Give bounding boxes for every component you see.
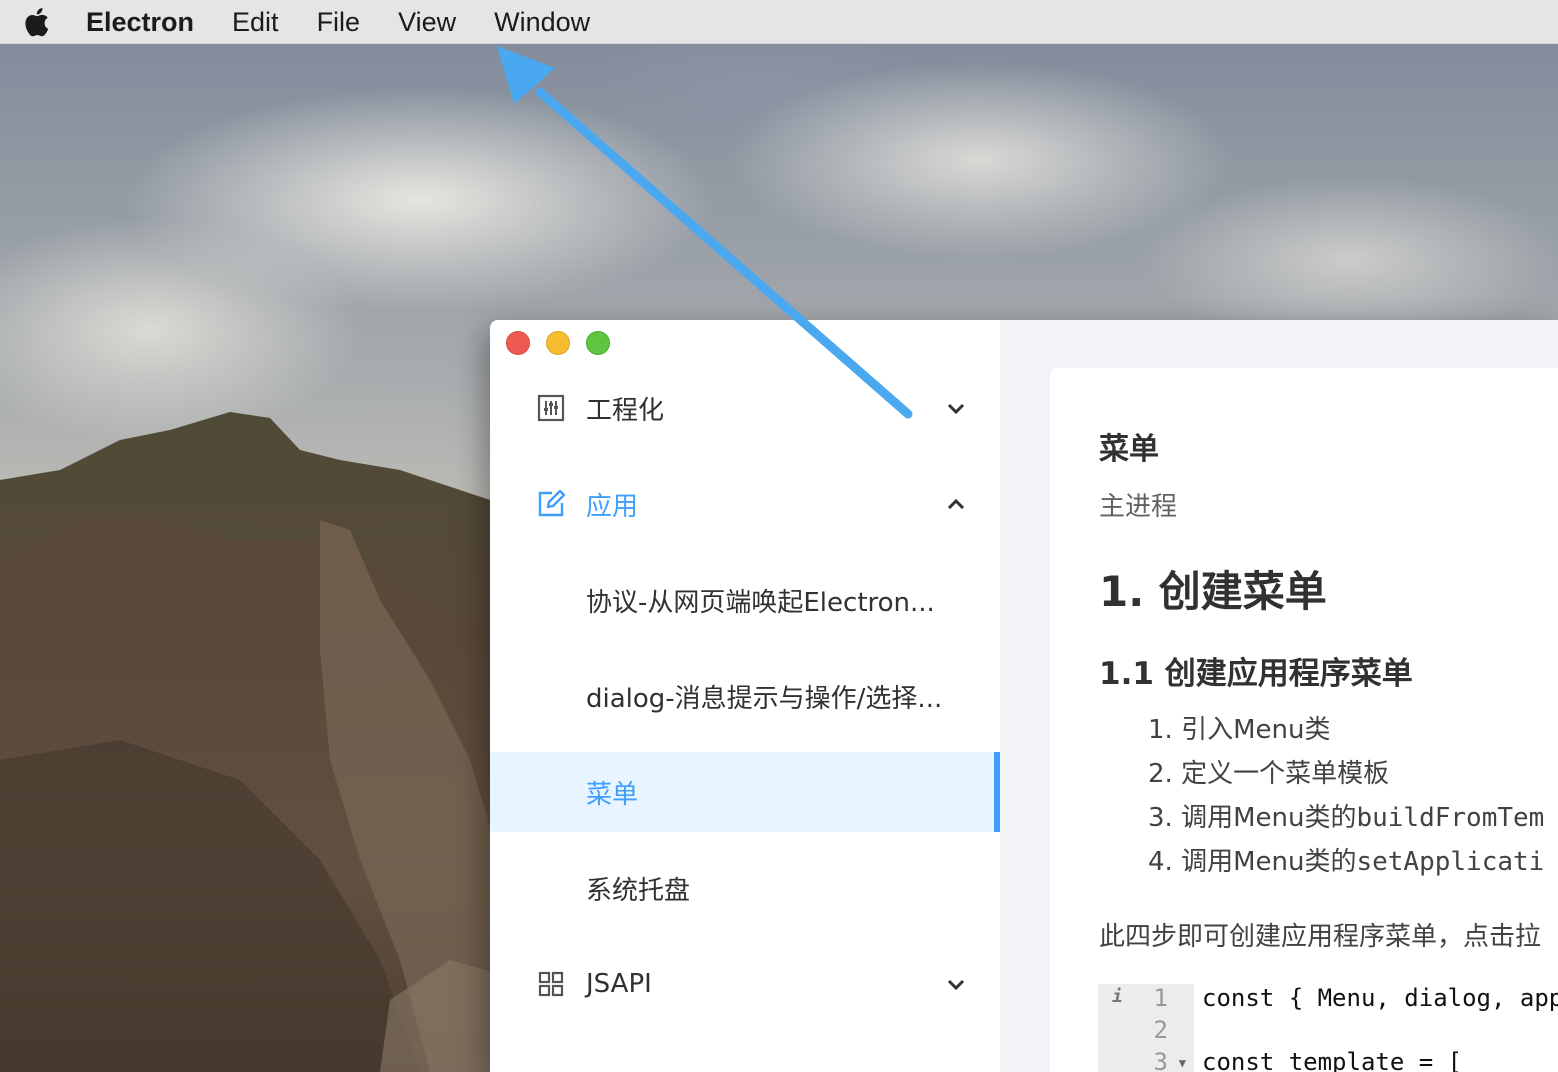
sidebar-group-label: JSAPI	[586, 969, 652, 999]
code-line: const template = [	[1202, 1048, 1463, 1072]
summary-text: 此四步即可创建应用程序菜单，点击拉	[1099, 922, 1542, 952]
window-maximize-button[interactable]	[586, 331, 610, 355]
steps-list: 1. 引入Menu类 2. 定义一个菜单模板 3. 调用Menu类的buildF…	[1148, 710, 1544, 886]
sidebar-item-dialog[interactable]: dialog-消息提示与操作/选择...	[490, 656, 1000, 736]
menu-item-window[interactable]: Window	[494, 0, 590, 44]
menu-item-view[interactable]: View	[398, 0, 456, 44]
code-block: i 1 2 3 ▼ const { Menu, dialog, app cons…	[1098, 984, 1558, 1072]
window-minimize-button[interactable]	[546, 331, 570, 355]
menu-item-file[interactable]: File	[317, 0, 361, 44]
sidebar-item-label: 菜单	[586, 779, 639, 810]
gutter-row: i 1	[1098, 984, 1194, 1016]
info-icon: i	[1112, 986, 1123, 1007]
sidebar-item-tray[interactable]: 系统托盘	[490, 848, 1000, 928]
sidebar-group-label: 工程化	[586, 395, 665, 426]
line-number: 1	[1153, 984, 1168, 1012]
sidebar-item-label: 系统托盘	[586, 875, 691, 906]
sidebar-group-application[interactable]: 应用	[490, 464, 1000, 544]
sidebar-item-menu[interactable]: 菜单	[490, 752, 1000, 832]
list-item: 3. 调用Menu类的buildFromTem	[1148, 803, 1545, 833]
sidebar-item-protocol[interactable]: 协议-从网页端唤起Electron...	[490, 560, 1000, 640]
edit-icon	[538, 489, 566, 517]
subsection-heading: 1.1 创建应用程序菜单	[1099, 656, 1413, 692]
page-subtitle: 主进程	[1099, 492, 1178, 522]
gutter-row: 2	[1098, 1016, 1194, 1048]
sliders-icon	[537, 394, 565, 422]
sidebar-group-label: 应用	[586, 491, 639, 522]
sidebar-item-label: dialog-消息提示与操作/选择...	[586, 683, 943, 714]
menu-item-edit[interactable]: Edit	[232, 0, 279, 44]
fold-arrow-icon[interactable]: ▼	[1179, 1056, 1186, 1070]
sidebar: 工程化 应用 协议-从网页端唤起Electron... dialog-消息提示与…	[490, 320, 1000, 1072]
menu-item-electron[interactable]: Electron	[86, 0, 194, 44]
app-window: 工程化 应用 协议-从网页端唤起Electron... dialog-消息提示与…	[490, 320, 1558, 1072]
code-gutter: i 1 2 3 ▼	[1098, 984, 1194, 1072]
menu-bar: Electron Edit File View Window	[0, 0, 1558, 44]
content-panel: 菜单 主进程 1. 创建菜单 1.1 创建应用程序菜单 1. 引入Menu类 2…	[1050, 368, 1558, 1072]
list-item: 4. 调用Menu类的setApplicati	[1148, 847, 1545, 877]
grid-icon	[538, 971, 564, 997]
line-number: 3	[1153, 1048, 1168, 1072]
page-title: 菜单	[1099, 432, 1159, 467]
list-item: 2. 定义一个菜单模板	[1148, 759, 1390, 789]
sidebar-item-label: 协议-从网页端唤起Electron...	[586, 587, 935, 618]
line-number: 2	[1153, 1016, 1168, 1044]
list-item: 1. 引入Menu类	[1148, 715, 1331, 745]
apple-icon[interactable]	[20, 5, 50, 39]
window-close-button[interactable]	[506, 331, 530, 355]
chevron-up-icon	[947, 498, 965, 510]
sidebar-group-jsapi[interactable]: JSAPI	[490, 944, 1000, 1024]
sidebar-group-engineering[interactable]: 工程化	[490, 368, 1000, 448]
code-line: const { Menu, dialog, app	[1202, 984, 1558, 1012]
chevron-down-icon	[947, 979, 965, 991]
gutter-row: 3 ▼	[1098, 1048, 1194, 1072]
chevron-down-icon	[947, 403, 965, 415]
section-heading: 1. 创建菜单	[1099, 567, 1327, 616]
